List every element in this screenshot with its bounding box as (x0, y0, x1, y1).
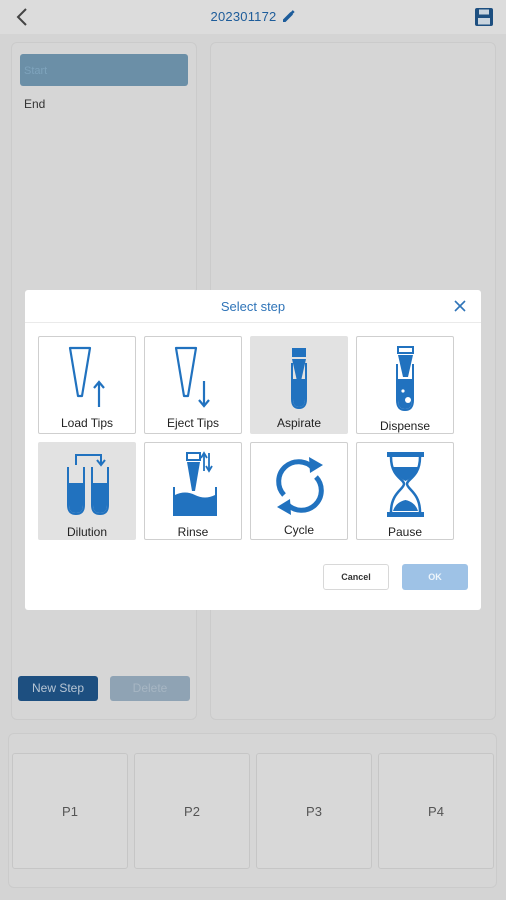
step-option-dispense[interactable]: Dispense (356, 336, 454, 434)
position-p4[interactable]: P4 (378, 753, 494, 869)
dialog-header: Select step (25, 290, 481, 323)
close-icon[interactable] (453, 299, 467, 313)
step-option-eject-tips[interactable]: Eject Tips (144, 336, 242, 434)
new-step-button[interactable]: New Step (18, 676, 98, 701)
step-option-label: Dilution (66, 525, 108, 539)
position-p2[interactable]: P2 (134, 753, 250, 869)
top-bar: 202301172 (0, 0, 506, 34)
pencil-icon[interactable] (282, 10, 296, 23)
step-option-dilution[interactable]: Dilution (38, 442, 136, 540)
dialog-title: Select step (220, 299, 286, 314)
step-option-label: Dispense (379, 419, 431, 433)
step-item-start[interactable]: Start (20, 54, 188, 86)
step-option-label: Cycle (283, 523, 314, 537)
step-option-label: Rinse (177, 525, 209, 539)
step-option-label: Aspirate (276, 416, 322, 430)
step-item-end[interactable]: End (24, 97, 45, 111)
step-option-label: Load Tips (60, 416, 114, 430)
delete-button[interactable]: Delete (110, 676, 190, 701)
position-p1[interactable]: P1 (12, 753, 128, 869)
step-option-aspirate[interactable]: Aspirate (250, 336, 348, 434)
step-option-pause[interactable]: Pause (356, 442, 454, 540)
position-p3[interactable]: P3 (256, 753, 372, 869)
page-title[interactable]: 202301172 (211, 9, 277, 24)
step-option-load-tips[interactable]: Load Tips (38, 336, 136, 434)
select-step-dialog: Select step Load Tips Eject Tips Aspirat (25, 290, 481, 610)
page-title-area: 202301172 (0, 9, 506, 24)
step-option-label: Eject Tips (166, 416, 220, 430)
floppy-disk-icon[interactable] (474, 7, 494, 27)
ok-button[interactable]: OK (402, 564, 468, 590)
step-option-cycle[interactable]: Cycle (250, 442, 348, 540)
cancel-button[interactable]: Cancel (323, 564, 389, 590)
step-option-label: Pause (387, 525, 423, 539)
step-option-rinse[interactable]: Rinse (144, 442, 242, 540)
